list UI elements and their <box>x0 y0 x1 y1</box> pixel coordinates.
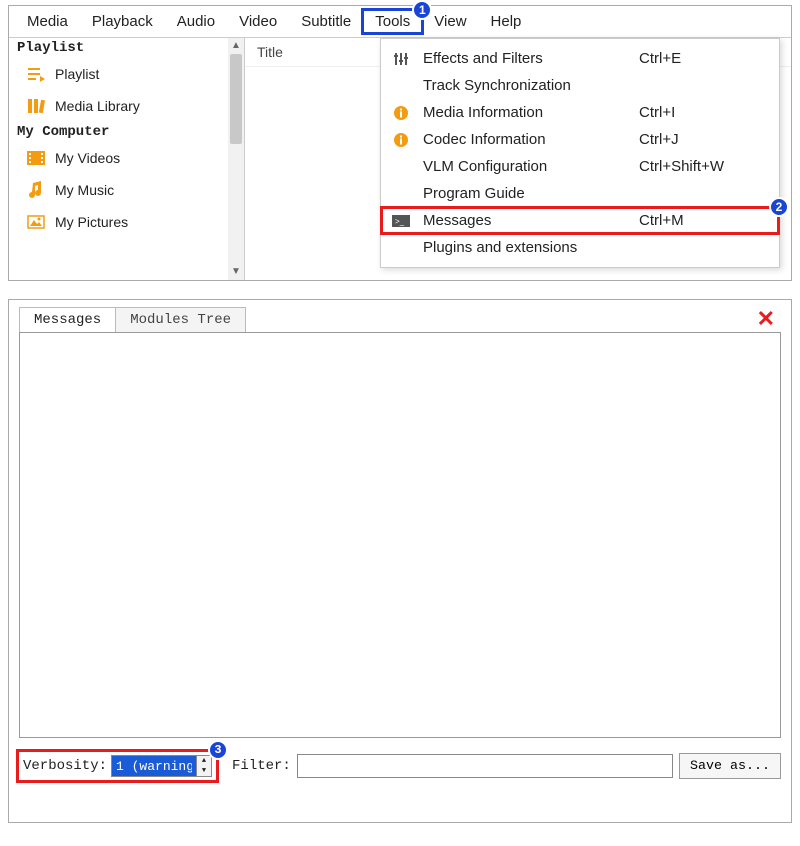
dd-codec-info[interactable]: Codec Information Ctrl+J <box>381 126 779 153</box>
sidebar-item-label: Media Library <box>55 98 140 114</box>
sidebar-item-label: My Music <box>55 182 114 198</box>
svg-text:>_: >_ <box>395 217 405 226</box>
messages-dialog: Messages Modules Tree ✕ Verbosity: ▲ ▼ 3… <box>8 299 792 823</box>
verbosity-spinbox[interactable]: ▲ ▼ <box>111 755 212 777</box>
dd-track-sync[interactable]: Track Synchronization <box>381 72 779 99</box>
annotation-badge-2: 2 <box>769 197 789 217</box>
dd-program-guide[interactable]: Program Guide <box>381 180 779 207</box>
scroll-thumb[interactable] <box>230 54 242 144</box>
workarea: Playlist Playlist Media Library My Compu… <box>9 37 791 280</box>
sidebar-header-mycomputer: My Computer <box>9 122 244 142</box>
sidebar-item-label: Playlist <box>55 66 99 82</box>
pictures-icon <box>27 213 45 231</box>
sidebar-item-label: My Videos <box>55 150 120 166</box>
sidebar: Playlist Playlist Media Library My Compu… <box>9 38 245 280</box>
menu-subtitle[interactable]: Subtitle <box>289 10 363 33</box>
dd-media-info[interactable]: Media Information Ctrl+I <box>381 99 779 126</box>
menu-help[interactable]: Help <box>479 10 534 33</box>
messages-text-area[interactable] <box>19 332 781 738</box>
blank-icon <box>391 240 411 256</box>
vlc-main-window: Media Playback Audio Video Subtitle Tool… <box>8 5 792 281</box>
spin-up-icon[interactable]: ▲ <box>197 756 211 766</box>
verbosity-input[interactable] <box>112 756 196 776</box>
playlist-icon <box>27 65 45 83</box>
dd-shortcut: Ctrl+I <box>639 104 769 121</box>
menu-video[interactable]: Video <box>227 10 289 33</box>
dd-label: VLM Configuration <box>423 158 627 175</box>
dd-vlm-config[interactable]: VLM Configuration Ctrl+Shift+W <box>381 153 779 180</box>
dd-label: Program Guide <box>423 185 627 202</box>
dd-shortcut: Ctrl+E <box>639 50 769 67</box>
videos-icon <box>27 149 45 167</box>
dd-messages[interactable]: >_ Messages Ctrl+M 2 <box>381 207 779 234</box>
blank-icon <box>391 159 411 175</box>
dd-label: Plugins and extensions <box>423 239 627 256</box>
sliders-icon <box>391 51 411 67</box>
terminal-icon: >_ <box>391 213 411 229</box>
dd-shortcut: Ctrl+J <box>639 131 769 148</box>
dd-label: Media Information <box>423 104 627 121</box>
tab-modules-tree[interactable]: Modules Tree <box>115 307 246 332</box>
close-icon[interactable]: ✕ <box>751 306 781 332</box>
sidebar-item-mypictures[interactable]: My Pictures <box>9 206 244 238</box>
menubar: Media Playback Audio Video Subtitle Tool… <box>9 6 791 37</box>
menu-audio[interactable]: Audio <box>165 10 227 33</box>
menu-media[interactable]: Media <box>15 10 80 33</box>
spin-down-icon[interactable]: ▼ <box>197 766 211 776</box>
sidebar-item-myvideos[interactable]: My Videos <box>9 142 244 174</box>
sidebar-scrollbar[interactable]: ▲ ▼ <box>228 38 244 280</box>
dd-label: Effects and Filters <box>423 50 627 67</box>
sidebar-item-label: My Pictures <box>55 214 128 230</box>
filter-label: Filter: <box>232 758 291 774</box>
verbosity-group: Verbosity: ▲ ▼ 3 <box>19 752 216 780</box>
dd-label: Codec Information <box>423 131 627 148</box>
tabs-row: Messages Modules Tree ✕ <box>19 306 781 332</box>
info-icon <box>391 132 411 148</box>
dd-effects-filters[interactable]: Effects and Filters Ctrl+E <box>381 45 779 72</box>
sidebar-item-playlist[interactable]: Playlist <box>9 58 244 90</box>
music-icon <box>27 181 45 199</box>
dd-plugins[interactable]: Plugins and extensions <box>381 234 779 261</box>
menu-playback[interactable]: Playback <box>80 10 165 33</box>
save-as-button[interactable]: Save as... <box>679 753 781 779</box>
dd-shortcut: Ctrl+Shift+W <box>639 158 769 175</box>
media-library-icon <box>27 97 45 115</box>
filter-input[interactable] <box>297 754 673 778</box>
menu-tools[interactable]: Tools 1 <box>363 10 422 33</box>
dd-shortcut: Ctrl+M <box>639 212 769 229</box>
scroll-down-icon[interactable]: ▼ <box>228 264 244 280</box>
sidebar-header-playlist: Playlist <box>9 38 244 58</box>
info-icon <box>391 105 411 121</box>
sidebar-item-media-library[interactable]: Media Library <box>9 90 244 122</box>
annotation-badge-3: 3 <box>208 740 228 760</box>
tools-dropdown: Effects and Filters Ctrl+E Track Synchro… <box>380 38 780 268</box>
blank-icon <box>391 186 411 202</box>
menu-tools-label: Tools <box>375 13 410 30</box>
dd-label: Track Synchronization <box>423 77 627 94</box>
blank-icon <box>391 78 411 94</box>
verbosity-label: Verbosity: <box>23 758 107 774</box>
tab-messages[interactable]: Messages <box>19 307 116 332</box>
dd-label: Messages <box>423 212 627 229</box>
sidebar-item-mymusic[interactable]: My Music <box>9 174 244 206</box>
scroll-up-icon[interactable]: ▲ <box>228 38 244 54</box>
dialog-bottom-row: Verbosity: ▲ ▼ 3 Filter: Save as... <box>19 752 781 780</box>
